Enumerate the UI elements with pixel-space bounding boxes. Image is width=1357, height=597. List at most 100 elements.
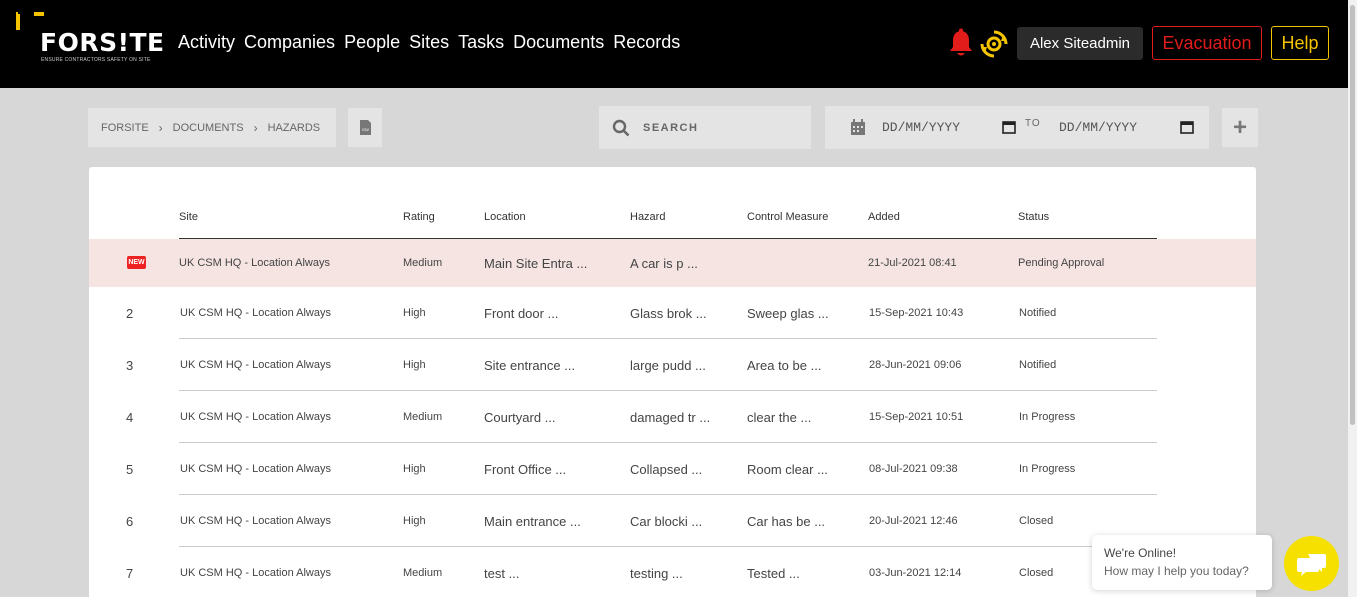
cell-hazard: Collapsed ... (630, 462, 703, 477)
cell-status: Closed (1019, 567, 1054, 579)
nav-companies[interactable]: Companies (244, 32, 335, 53)
cell-index: 3 (126, 358, 134, 373)
table-row[interactable]: 4 UK CSM HQ - Location Always Medium Cou… (89, 391, 1256, 443)
column-hazard[interactable]: Hazard (630, 211, 665, 223)
cell-index: 6 (126, 514, 134, 529)
breadcrumb-forsite[interactable]: FORSITE (101, 122, 149, 134)
cell-location: Main entrance ... (484, 514, 581, 529)
help-button[interactable]: Help (1271, 26, 1329, 60)
table-row[interactable]: 6 UK CSM HQ - Location Always High Main … (89, 495, 1256, 547)
cell-rating: High (403, 359, 426, 371)
page-scrollbar[interactable] (1348, 0, 1357, 597)
chat-launcher-button[interactable] (1284, 536, 1339, 591)
date-to-picker-icon[interactable] (1180, 120, 1194, 134)
sync-settings-icon[interactable] (979, 29, 1009, 59)
svg-text:csv: csv (362, 127, 370, 132)
date-to-input[interactable]: DD/MM/YYYY (1059, 120, 1137, 135)
table-row[interactable]: 7 UK CSM HQ - Location Always Medium tes… (89, 547, 1256, 597)
cell-index: 5 (126, 462, 134, 477)
cell-rating: High (403, 307, 426, 319)
new-badge: NEW (127, 256, 146, 269)
nav-people[interactable]: People (344, 32, 400, 53)
cell-hazard: Car blocki ... (630, 514, 703, 529)
breadcrumb-hazards: HAZARDS (267, 121, 321, 134)
cell-site: UK CSM HQ - Location Always (180, 411, 331, 423)
table-row[interactable]: 5 UK CSM HQ - Location Always High Front… (89, 443, 1256, 495)
chat-greeting-bubble[interactable]: We're Online! How may I help you today? (1092, 535, 1272, 590)
column-added[interactable]: Added (868, 211, 900, 223)
chevron-right-icon: › (158, 120, 163, 135)
table-row[interactable]: 2 UK CSM HQ - Location Always High Front… (89, 287, 1256, 339)
table-header: Site Rating Location Hazard Control Meas… (179, 211, 1157, 239)
cell-location: Site entrance ... (484, 358, 576, 373)
nav-records[interactable]: Records (613, 32, 680, 53)
cell-added: 20-Jul-2021 12:46 (869, 515, 958, 527)
cell-site: UK CSM HQ - Location Always (180, 463, 331, 475)
nav-sites[interactable]: Sites (409, 32, 449, 53)
cell-status: Closed (1019, 515, 1054, 527)
cell-rating: Medium (403, 411, 443, 423)
cell-hazard: testing ... (630, 566, 683, 581)
date-range-filter: DD/MM/YYYY TO DD/MM/YYYY (825, 106, 1209, 149)
cell-added: 03-Jun-2021 12:14 (869, 567, 962, 579)
cell-control-measure: clear the ... (747, 410, 812, 425)
cell-site: UK CSM HQ - Location Always (179, 257, 330, 269)
table-row[interactable]: NEW UK CSM HQ - Location Always Medium M… (89, 239, 1256, 287)
cell-added: 21-Jul-2021 08:41 (868, 257, 957, 269)
cell-hazard: damaged tr ... (630, 410, 711, 425)
cell-location: Front door ... (484, 306, 559, 321)
cell-added: 08-Jul-2021 09:38 (869, 463, 958, 475)
search-input[interactable] (643, 121, 793, 134)
cell-index: 7 (126, 566, 134, 581)
cell-rating: High (403, 463, 426, 475)
search-icon (612, 119, 630, 136)
cell-index: 4 (126, 410, 134, 425)
column-rating[interactable]: Rating (403, 211, 435, 223)
forsite-logo[interactable]: FORS!TE ENSURE CONTRACTORS SAFETY ON SIT… (14, 12, 164, 68)
cell-location: Front Office ... (484, 462, 567, 477)
main-nav: Activity Companies People Sites Tasks Do… (178, 32, 680, 53)
chat-greeting-title: We're Online! (1104, 546, 1177, 560)
cell-site: UK CSM HQ - Location Always (180, 307, 331, 319)
column-control-measure[interactable]: Control Measure (747, 211, 828, 223)
calendar-icon (851, 119, 865, 135)
cell-control-measure: Area to be ... (747, 358, 822, 373)
add-hazard-button[interactable]: + (1222, 108, 1258, 147)
cell-control-measure: Tested ... (747, 566, 800, 581)
scrollbar-thumb[interactable] (1350, 5, 1355, 425)
cell-rating: High (403, 515, 426, 527)
cell-site: UK CSM HQ - Location Always (180, 567, 331, 579)
cell-control-measure: Car has be ... (747, 514, 826, 529)
cell-index: 2 (126, 306, 134, 321)
nav-documents[interactable]: Documents (513, 32, 604, 53)
cell-control-measure: Sweep glas ... (747, 306, 829, 321)
breadcrumb-documents[interactable]: DOCUMENTS (173, 122, 244, 134)
cell-location: test ... (484, 566, 520, 581)
date-from-picker-icon[interactable] (1002, 120, 1016, 134)
evacuation-button[interactable]: Evacuation (1152, 26, 1262, 60)
date-from-input[interactable]: DD/MM/YYYY (882, 120, 960, 135)
cell-added: 15-Sep-2021 10:51 (869, 411, 964, 423)
table-row[interactable]: 3 UK CSM HQ - Location Always High Site … (89, 339, 1256, 391)
cell-hazard: large pudd ... (630, 358, 706, 373)
cell-hazard: Glass brok ... (630, 306, 707, 321)
logo-tagline: ENSURE CONTRACTORS SAFETY ON SITE (41, 57, 151, 63)
cell-status: In Progress (1019, 463, 1076, 475)
csv-export-button[interactable]: csv (348, 108, 382, 147)
chevron-right-icon: › (253, 120, 258, 135)
notification-bell-icon[interactable] (948, 28, 974, 58)
nav-tasks[interactable]: Tasks (458, 32, 504, 53)
top-nav-bar: FORS!TE ENSURE CONTRACTORS SAFETY ON SIT… (0, 0, 1348, 88)
cell-status: Pending Approval (1018, 257, 1105, 269)
nav-activity[interactable]: Activity (178, 32, 235, 53)
column-site[interactable]: Site (179, 211, 198, 223)
cell-status: Notified (1019, 359, 1057, 371)
csv-file-icon: csv (359, 120, 371, 135)
column-location[interactable]: Location (484, 211, 526, 223)
cell-status: In Progress (1019, 411, 1076, 423)
chat-icon (1296, 553, 1326, 576)
column-status[interactable]: Status (1018, 211, 1049, 223)
user-menu-button[interactable]: Alex Siteadmin (1017, 27, 1143, 60)
cell-site: UK CSM HQ - Location Always (180, 359, 331, 371)
cell-site: UK CSM HQ - Location Always (180, 515, 331, 527)
